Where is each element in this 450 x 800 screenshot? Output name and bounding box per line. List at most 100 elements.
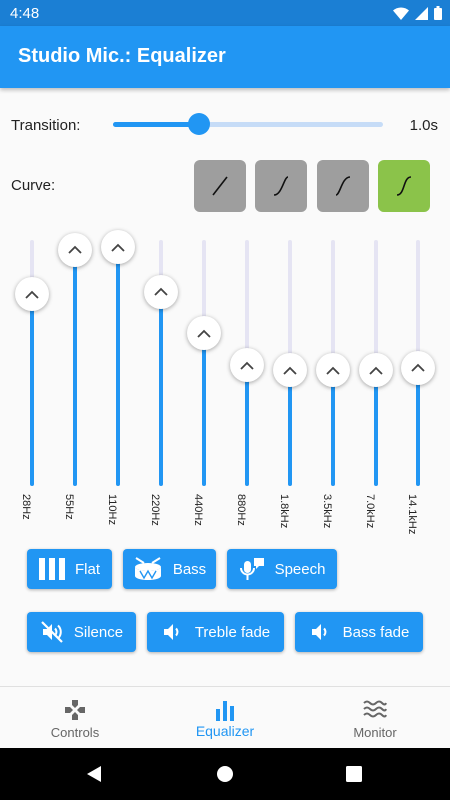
curve-ease-out-button[interactable] [317,160,369,212]
eq-thumb[interactable] [359,353,393,388]
eq-band-label: 440Hz [192,494,204,526]
system-navigation-bar [0,748,450,800]
ease-in-out-curve-icon [396,176,412,196]
eq-band-label: 3.5kHz [321,494,333,529]
eq-fill [416,367,420,486]
eq-thumb[interactable] [230,348,264,383]
eq-band-55hz[interactable]: 55Hz [58,232,92,552]
eq-band-28hz[interactable]: 28Hz [15,232,49,552]
nav-tab-equalizer[interactable]: Equalizer [150,687,300,749]
transition-slider[interactable] [113,113,383,135]
cellular-signal-icon [415,6,428,20]
recents-icon[interactable] [346,766,362,782]
eq-band-label: 880Hz [235,494,247,526]
speech-preset-label: Speech [274,560,326,578]
chevron-up-icon [369,366,383,375]
eq-thumb[interactable] [15,277,49,312]
eq-fill [159,291,163,486]
chevron-up-icon [25,290,39,299]
transition-slider-fill [113,122,200,127]
eq-fill [288,370,292,486]
eq-thumb[interactable] [316,353,350,388]
silence-preset-label: Silence [73,623,124,641]
volume-low-icon [163,624,179,640]
eq-thumb[interactable] [58,232,92,267]
curve-ease-in-button[interactable] [255,160,307,212]
flat-bars-icon [38,558,65,580]
eq-band-label: 110Hz [106,494,118,525]
status-bar: 4:48 [0,0,450,26]
linear-curve-icon [212,176,228,196]
app-title: Studio Mic.: Equalizer [18,45,226,67]
wifi-icon [393,6,409,20]
eq-fill [73,249,77,486]
status-icons [393,6,442,20]
eq-band-label: 220Hz [149,494,161,526]
eq-band-label: 7.0kHz [364,494,376,529]
bottom-navigation: Controls Equalizer Monitor [0,686,450,749]
silence-preset-button[interactable]: Silence [27,612,136,652]
eq-thumb[interactable] [273,353,307,388]
eq-band-label: 14.1kHz [406,494,418,535]
eq-band-880hz[interactable]: 880Hz [230,232,264,552]
chevron-up-icon [111,243,125,252]
transition-label: Transition: [11,117,81,134]
treble-fade-preset-label: Treble fade [194,623,271,641]
chevron-up-icon [154,287,168,296]
eq-band-3-5khz[interactable]: 3.5kHz [316,232,350,552]
nav-label-monitor: Monitor [353,725,397,740]
home-icon[interactable] [216,765,234,783]
bass-fade-preset-label: Bass fade [342,623,410,641]
eq-fill [374,370,378,486]
nav-label-equalizer: Equalizer [195,723,255,739]
eq-band-220hz[interactable]: 220Hz [144,232,178,552]
eq-fill [331,370,335,486]
chevron-up-icon [240,361,254,370]
speech-preset-button[interactable]: Speech [227,549,337,589]
nav-label-controls: Controls [50,725,100,740]
flat-preset-button[interactable]: Flat [27,549,112,589]
curve-linear-button[interactable] [194,160,246,212]
volume-down-icon [311,624,327,640]
eq-thumb[interactable] [401,350,435,385]
back-icon[interactable] [85,765,103,783]
eq-band-440hz[interactable]: 440Hz [187,232,221,552]
gamepad-icon [62,697,88,723]
eq-thumb[interactable] [144,274,178,309]
treble-fade-preset-button[interactable]: Treble fade [147,612,284,652]
transition-slider-thumb[interactable] [188,113,211,135]
ease-in-curve-icon [273,176,289,196]
eq-fill [30,294,34,486]
eq-band-14-1khz[interactable]: 14.1kHz [401,232,435,552]
curve-label: Curve: [11,177,56,194]
eq-band-label: 1.8kHz [278,494,290,529]
eq-thumb[interactable] [187,316,221,351]
nav-tab-controls[interactable]: Controls [0,687,150,749]
chevron-up-icon [197,329,211,338]
eq-band-7-0khz[interactable]: 7.0kHz [359,232,393,552]
drum-icon [134,557,161,580]
microphone-speech-icon [239,558,264,580]
equalizer-bars-icon [212,697,238,723]
curve-ease-in-out-button[interactable] [378,160,430,212]
ease-out-curve-icon [335,176,351,196]
eq-band-1-8khz[interactable]: 1.8kHz [273,232,307,552]
eq-band-110hz[interactable]: 110Hz [101,230,135,552]
battery-icon [434,6,442,20]
bass-preset-label: Bass [172,560,207,578]
bass-fade-preset-button[interactable]: Bass fade [295,612,423,652]
chevron-up-icon [68,246,82,254]
eq-band-label: 28Hz [20,494,32,520]
app-bar: Studio Mic.: Equalizer [0,26,450,88]
waves-icon [362,697,388,723]
status-time: 4:48 [10,5,40,22]
eq-fill [245,365,249,486]
flat-preset-label: Flat [74,560,100,578]
bass-preset-button[interactable]: Bass [123,549,216,589]
chevron-up-icon [283,366,297,375]
eq-fill [202,333,206,486]
volume-off-icon [41,621,63,643]
nav-tab-monitor[interactable]: Monitor [300,687,450,749]
eq-thumb[interactable] [101,230,135,265]
transition-value: 1.0s [409,117,438,134]
